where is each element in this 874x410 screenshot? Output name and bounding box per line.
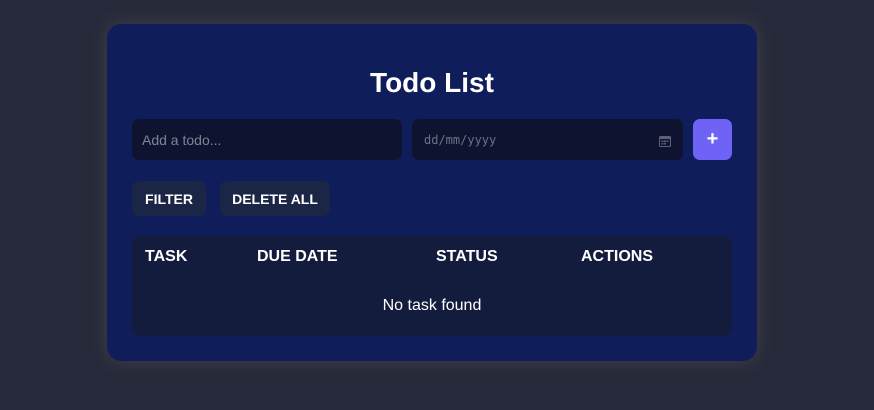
- plus-icon: +: [706, 128, 719, 150]
- empty-state-message: No task found: [382, 297, 482, 314]
- column-header-actions: ACTIONS: [581, 248, 653, 265]
- calendar-icon[interactable]: [659, 134, 671, 147]
- date-placeholder: dd/mm/yyyy: [424, 132, 497, 147]
- column-header-due-date: DUE DATE: [257, 248, 338, 265]
- todo-input[interactable]: [132, 119, 402, 160]
- todo-card: Todo List dd/mm/yyyy + FILTER DELET: [107, 24, 757, 361]
- add-todo-form: dd/mm/yyyy +: [132, 119, 732, 161]
- add-todo-button[interactable]: +: [693, 119, 732, 160]
- column-header-task: TASK: [145, 248, 188, 265]
- column-header-status: STATUS: [436, 248, 498, 265]
- filter-button[interactable]: FILTER: [132, 181, 206, 216]
- page-title: Todo List: [370, 67, 494, 98]
- todo-table: TASK DUE DATE STATUS ACTIONS No task fou…: [132, 236, 732, 336]
- due-date-input[interactable]: dd/mm/yyyy: [412, 119, 683, 160]
- delete-all-button[interactable]: DELETE ALL: [220, 181, 330, 216]
